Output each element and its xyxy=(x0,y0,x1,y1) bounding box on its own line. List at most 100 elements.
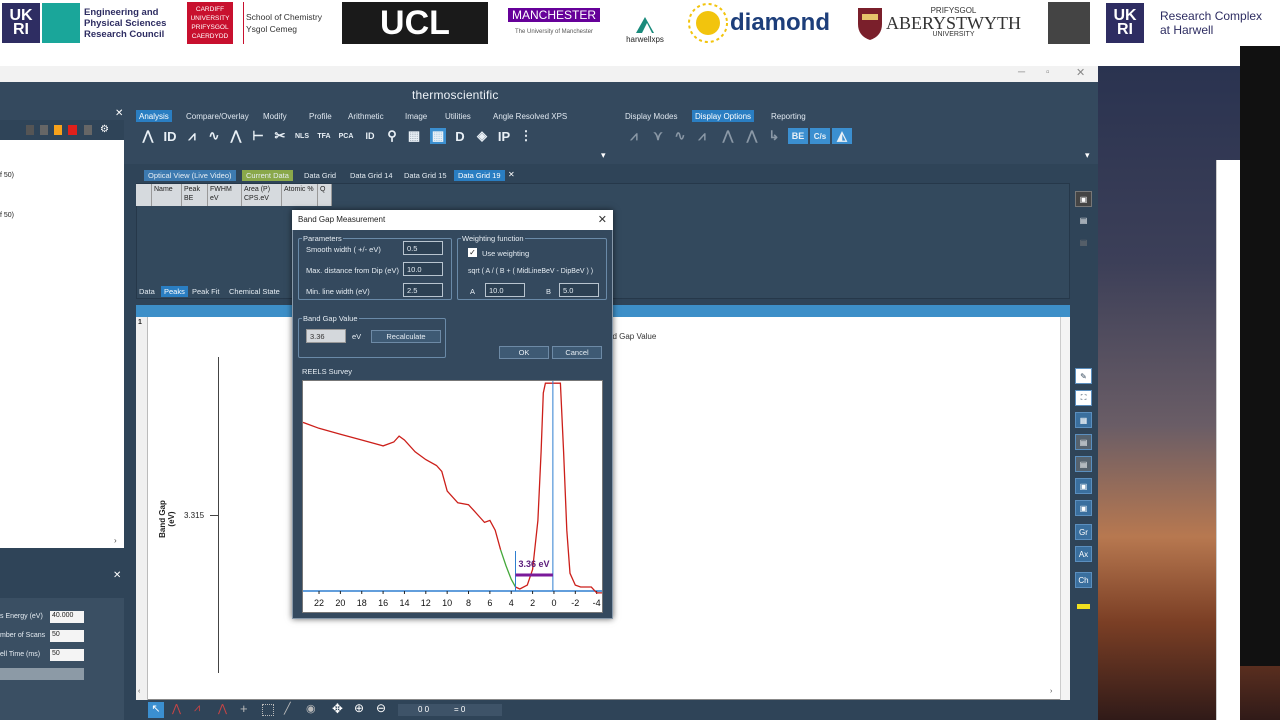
tab-angle-resolved-xps[interactable]: Angle Resolved XPS xyxy=(490,110,570,122)
tab-chemical-state[interactable]: Chemical State xyxy=(226,286,283,297)
maximize-icon[interactable]: ▫ xyxy=(1046,67,1050,78)
ch-icon[interactable]: Ch xyxy=(1075,572,1092,588)
tab-analysis[interactable]: Analysis xyxy=(136,110,172,122)
tab-peaks[interactable]: Peaks xyxy=(161,286,188,297)
gr-icon[interactable]: Gr xyxy=(1075,524,1092,540)
tab-data-grid-19[interactable]: Data Grid 19 xyxy=(454,170,505,181)
tab-profile[interactable]: Profile xyxy=(306,110,335,122)
display-mode-5-icon[interactable]: ⋀ xyxy=(720,128,736,144)
d-icon[interactable]: D xyxy=(452,128,468,144)
display-mode-2-icon[interactable]: ⋎ xyxy=(650,128,666,144)
nls-icon[interactable]: NLS xyxy=(294,128,310,144)
ax-icon[interactable]: Ax xyxy=(1075,546,1092,562)
panel-close-icon[interactable]: ✕ xyxy=(113,570,121,581)
tab-reporting[interactable]: Reporting xyxy=(768,110,809,122)
scroll-arrow-icon[interactable]: ‹ xyxy=(138,688,140,695)
rewind-icon[interactable] xyxy=(84,125,92,135)
diamond-tool-icon[interactable]: ◈ xyxy=(474,128,490,144)
tree-item[interactable]: f 50) xyxy=(0,172,14,179)
id-icon[interactable]: ID xyxy=(162,128,178,144)
grid-view-icon[interactable]: ▦ xyxy=(1075,412,1092,428)
cancel-button[interactable]: Cancel xyxy=(552,346,602,359)
wave-icon[interactable]: ∿ xyxy=(206,128,222,144)
spectrum-icon[interactable]: ⋀ xyxy=(228,128,244,144)
play-icon[interactable] xyxy=(26,125,34,135)
tfa-icon[interactable]: TFA xyxy=(316,128,332,144)
lines-icon[interactable]: ⋮ xyxy=(518,128,534,144)
ruler-icon[interactable]: ⊢ xyxy=(250,128,266,144)
pan-icon[interactable]: ✥ xyxy=(332,701,343,717)
multi-peak-icon[interactable]: ⩘ xyxy=(194,702,200,715)
crosshair-icon[interactable]: + xyxy=(240,701,248,716)
tab-current-data[interactable]: Current Data xyxy=(242,170,293,181)
display-mode-6-icon[interactable]: ⋀ xyxy=(744,128,760,144)
min-line-width-field[interactable]: 2.5 xyxy=(403,283,443,297)
stop-icon[interactable] xyxy=(68,125,77,135)
col-fwhm[interactable]: FWHM eV xyxy=(208,184,242,206)
display-mode-3-icon[interactable]: ∿ xyxy=(672,128,688,144)
tab-optical-view[interactable]: Optical View (Live Video) xyxy=(144,170,236,181)
pointer-icon[interactable]: ↖ xyxy=(148,702,164,718)
ip-icon[interactable]: IP xyxy=(496,128,512,144)
smooth-width-field[interactable]: 0.5 xyxy=(403,241,443,255)
ribbon-collapse-icon[interactable]: ▾ xyxy=(601,150,606,161)
tab-display-modes[interactable]: Display Modes xyxy=(622,110,680,122)
search-icon[interactable]: ⚲ xyxy=(384,128,400,144)
tab-display-options[interactable]: Display Options xyxy=(692,110,755,122)
b-field[interactable]: 5.0 xyxy=(559,283,599,297)
copy-icon[interactable]: ▤ xyxy=(1075,234,1092,250)
tab-arithmetic[interactable]: Arithmetic xyxy=(345,110,387,122)
scissors-icon[interactable]: ✂ xyxy=(272,128,288,144)
tab-utilities[interactable]: Utilities xyxy=(442,110,474,122)
pca-icon[interactable]: PCA xyxy=(338,128,354,144)
be-toggle[interactable]: BE xyxy=(788,128,808,144)
eye-icon[interactable]: ◉ xyxy=(306,702,316,715)
tab-close-icon[interactable]: ✕ xyxy=(508,170,515,179)
use-weighting-checkbox[interactable]: ✓ xyxy=(468,248,477,257)
line-tool-icon[interactable]: ╱ xyxy=(284,702,291,715)
pass-energy-field[interactable]: 40.000 xyxy=(50,611,84,623)
step-icon[interactable] xyxy=(40,125,48,135)
folder-icon[interactable]: ▤ xyxy=(1075,212,1092,228)
zoom-out-icon[interactable]: ⊖ xyxy=(376,701,386,715)
tab-data-grid-15[interactable]: Data Grid 15 xyxy=(400,170,451,181)
tab-peak-fit[interactable]: Peak Fit xyxy=(189,286,223,297)
dwell-time-field[interactable]: 50 xyxy=(50,649,84,661)
map-icon[interactable]: ▦ xyxy=(406,128,422,144)
tab-data-grid[interactable]: Data Grid xyxy=(300,170,340,181)
peak-cursor-icon[interactable]: ⋀ xyxy=(172,702,181,715)
peak-shape-icon[interactable]: ◭ xyxy=(832,128,852,144)
a-field[interactable]: 10.0 xyxy=(485,283,525,297)
color-bar-icon[interactable] xyxy=(1075,598,1092,614)
tab-image[interactable]: Image xyxy=(402,110,430,122)
id-circle-icon[interactable]: ID xyxy=(362,128,378,144)
close-icon[interactable]: ✕ xyxy=(1076,66,1085,79)
report-icon[interactable]: ▣ xyxy=(1075,191,1092,207)
num-scans-field[interactable]: 50 xyxy=(50,630,84,642)
zoom-in-icon[interactable]: ⊕ xyxy=(354,701,364,715)
col-q[interactable]: Q xyxy=(318,184,332,206)
window-icon[interactable]: ▣ xyxy=(1075,478,1092,494)
panel-icon[interactable]: ▣ xyxy=(1075,500,1092,516)
max-distance-field[interactable]: 10.0 xyxy=(403,262,443,276)
fit-icon[interactable]: ⛶ xyxy=(1075,390,1092,406)
pause-icon[interactable] xyxy=(54,125,62,135)
plot-scrollbar[interactable] xyxy=(1060,317,1070,700)
region-icon[interactable]: ⋀ xyxy=(218,702,227,715)
display-mode-1-icon[interactable]: ⩘ xyxy=(626,128,642,144)
layout-icon[interactable]: ▤ xyxy=(1075,456,1092,472)
scroll-arrow-icon[interactable]: › xyxy=(1050,688,1052,695)
col-atomic[interactable]: Atomic % xyxy=(282,184,318,206)
peak-id-icon[interactable]: ⋀ xyxy=(140,128,156,144)
settings-icon[interactable]: ⚙ xyxy=(100,124,109,135)
scroll-arrow-icon[interactable]: › xyxy=(114,536,117,545)
ok-button[interactable]: OK xyxy=(499,346,549,359)
minimize-icon[interactable]: ─ xyxy=(1018,67,1025,78)
edit-icon[interactable]: ✎ xyxy=(1075,368,1092,384)
col-peak-be[interactable]: Peak BE xyxy=(182,184,208,206)
tree-item[interactable]: f 50) xyxy=(0,212,14,219)
panel-close-icon[interactable]: ✕ xyxy=(115,108,123,119)
col-name[interactable]: Name xyxy=(152,184,182,206)
ribbon-collapse-icon-right[interactable]: ▾ xyxy=(1085,150,1090,161)
display-mode-4-icon[interactable]: ⩘ xyxy=(694,128,710,144)
